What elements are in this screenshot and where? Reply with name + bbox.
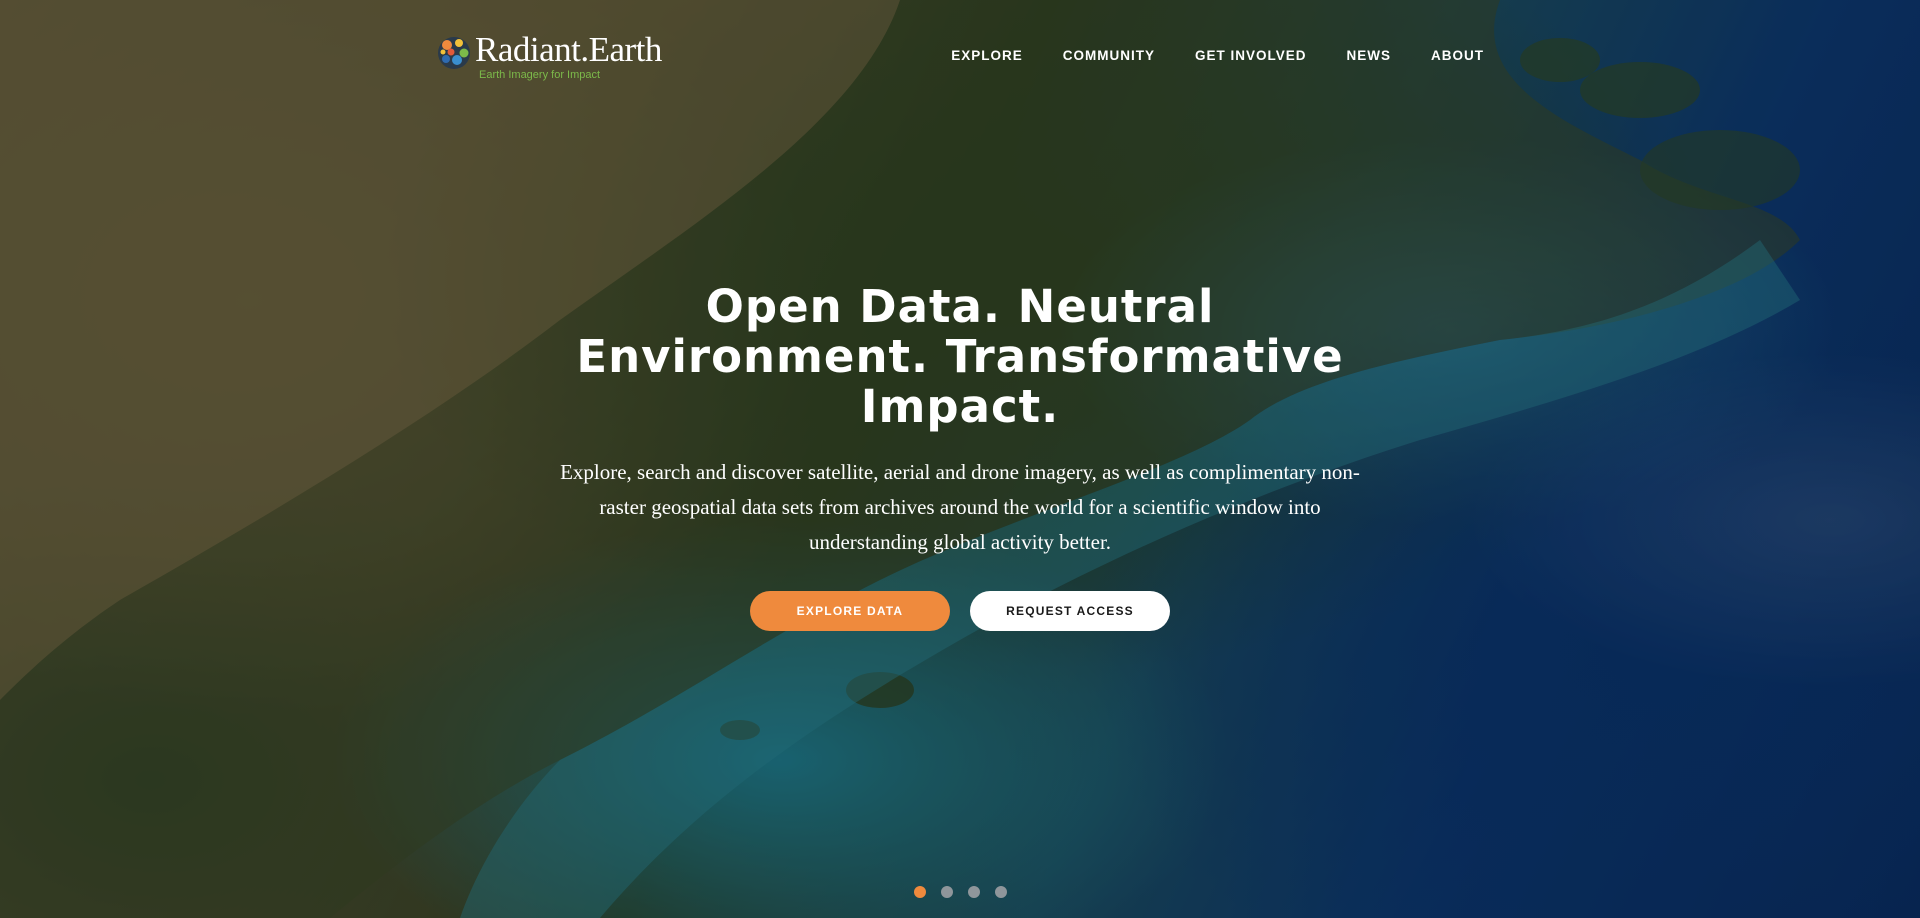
hero-cta-group: EXPLORE DATA REQUEST ACCESS — [0, 591, 1920, 631]
carousel-pagination — [0, 886, 1920, 898]
nav-item-news[interactable]: NEWS — [1347, 48, 1392, 63]
hero-title: Open Data. Neutral Environment. Transfor… — [576, 280, 1344, 433]
request-access-button[interactable]: REQUEST ACCESS — [970, 591, 1170, 631]
carousel-dot-3[interactable] — [967, 886, 980, 898]
nav-item-about[interactable]: ABOUT — [1431, 48, 1484, 63]
carousel-dot-2[interactable] — [940, 886, 953, 898]
nav-item-explore[interactable]: EXPLORE — [951, 48, 1023, 63]
main-nav: EXPLORE COMMUNITY GET INVOLVED NEWS ABOU… — [951, 48, 1484, 63]
brand-logo[interactable]: Radiant.Earth Earth Imagery for Impact — [435, 30, 675, 86]
brand-tagline: Earth Imagery for Impact — [479, 69, 601, 81]
radiant-earth-logo-icon — [438, 37, 470, 69]
hero-subtitle: Explore, search and discover satellite, … — [560, 460, 1360, 554]
nav-item-community[interactable]: COMMUNITY — [1063, 48, 1155, 63]
brand-name: Radiant.Earth — [475, 30, 662, 69]
nav-item-get-involved[interactable]: GET INVOLVED — [1195, 48, 1307, 63]
carousel-dot-1[interactable] — [913, 886, 926, 898]
carousel-dot-4[interactable] — [994, 886, 1007, 898]
explore-data-button[interactable]: EXPLORE DATA — [750, 591, 950, 631]
